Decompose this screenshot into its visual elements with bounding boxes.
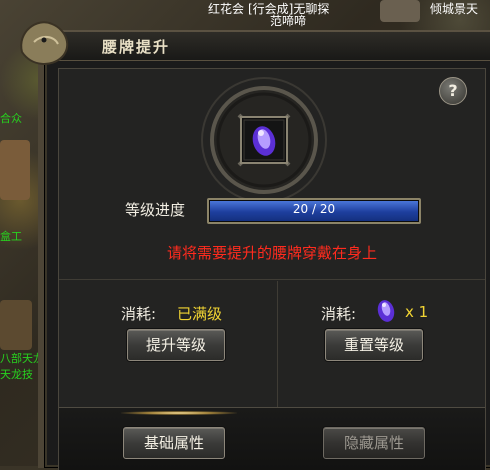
- progress-label: 等级进度: [125, 201, 186, 219]
- player-name-3: 倾城景天: [430, 2, 479, 16]
- npc-sprite: [0, 140, 30, 200]
- tab-hidden-attributes[interactable]: 隐藏属性: [323, 427, 425, 459]
- reset-level-button[interactable]: 重置等级: [325, 329, 423, 361]
- level-progress-bar: 20 / 20: [207, 198, 421, 224]
- scene-label-4: 天龙技: [0, 368, 33, 381]
- upgrade-level-button[interactable]: 提升等级: [127, 329, 225, 361]
- divider: [59, 279, 485, 280]
- token-slot-emblem: [201, 77, 327, 203]
- right-cost-label: 消耗:: [321, 305, 357, 323]
- player-name-1: 红花会: [208, 2, 245, 16]
- panel-body: ? 等级进度 20 / 20 请将需要提升的腰牌穿戴在身上 消耗: 已满级 提升…: [58, 68, 486, 470]
- npc-sprite: [0, 300, 32, 350]
- scene-label-1: 合众: [0, 112, 22, 125]
- max-level-status: 已满级: [177, 305, 223, 323]
- panel-header[interactable]: 腰牌提升: [20, 21, 490, 65]
- equip-warning-text: 请将需要提升的腰牌穿戴在身上: [166, 244, 377, 262]
- reset-item-quantity: x 1: [405, 303, 429, 321]
- active-tab-glow: [121, 411, 237, 415]
- npc-sprite: [380, 0, 420, 22]
- tab-basic-attributes[interactable]: 基础属性: [123, 427, 225, 459]
- reset-item-icon: [377, 300, 395, 322]
- left-cost-label: 消耗:: [121, 305, 157, 323]
- panel-title: 腰牌提升: [102, 38, 171, 56]
- help-button[interactable]: ?: [439, 77, 467, 105]
- player-name-2: 范啼啼: [270, 14, 307, 28]
- waist-token-upgrade-panel: 腰牌提升 ? 等级进度 20 / 20 请将需要提升的腰牌穿戴在身上 消耗: 已…: [20, 21, 490, 470]
- progress-text: 20 / 20: [292, 202, 336, 216]
- scene-label-2: 盒工: [0, 230, 22, 243]
- divider: [277, 281, 278, 407]
